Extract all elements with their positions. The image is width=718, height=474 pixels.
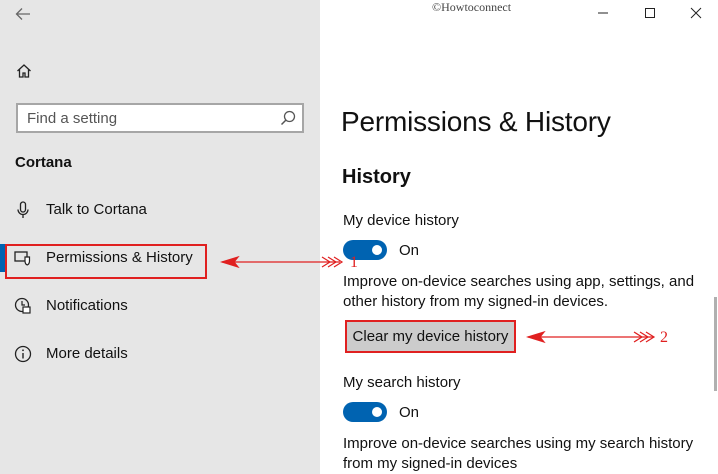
search-history-toggle-state: On: [399, 404, 420, 421]
minimize-icon: [598, 12, 608, 14]
notifications-icon: [14, 297, 32, 315]
home-button[interactable]: [10, 58, 38, 84]
close-button[interactable]: [687, 4, 705, 22]
back-button[interactable]: [10, 2, 36, 26]
description-line: other history from my signed-in devices.: [343, 293, 609, 310]
close-icon: [690, 7, 702, 19]
description-line: from my signed-in devices: [343, 455, 518, 472]
scrollbar-thumb[interactable]: [714, 297, 717, 391]
device-history-description: Improve on-device searches using app, se…: [343, 272, 713, 312]
search-history-label: My search history: [343, 374, 461, 391]
search-history-toggle[interactable]: [343, 402, 387, 422]
section-heading: History: [342, 166, 411, 188]
back-arrow-icon: [15, 8, 30, 20]
sidebar-item-label: Talk to Cortana: [46, 201, 147, 218]
search-history-description: Improve on-device searches using my sear…: [343, 434, 713, 474]
microphone-icon: [14, 201, 32, 219]
description-line: Improve on-device searches using my sear…: [343, 435, 694, 452]
sidebar-item-label: Notifications: [46, 297, 128, 314]
clear-device-history-button[interactable]: Clear my device history: [345, 320, 516, 353]
maximize-icon: [645, 8, 655, 18]
sidebar-item-talk-to-cortana[interactable]: Talk to Cortana: [0, 190, 320, 230]
annotation-marker-1: 1: [350, 254, 358, 271]
page-title: Permissions & History: [341, 106, 611, 137]
sidebar-item-label: More details: [46, 345, 128, 362]
toggle-knob: [372, 407, 382, 417]
sidebar: Cortana Talk to Cortana Permissions & Hi…: [0, 0, 320, 474]
annotation-marker-2: 2: [660, 329, 668, 346]
info-icon: [14, 345, 32, 363]
search-icon[interactable]: [279, 109, 297, 127]
home-icon: [17, 64, 31, 78]
watermark: ©Howtoconnect: [432, 0, 512, 14]
sidebar-item-notifications[interactable]: Notifications: [0, 286, 320, 326]
minimize-button[interactable]: [594, 4, 612, 22]
toggle-knob: [372, 245, 382, 255]
annotation-highlight-box-1: [5, 244, 207, 279]
search-box: [16, 103, 304, 133]
sidebar-item-more-details[interactable]: More details: [0, 334, 320, 374]
description-line: Improve on-device searches using app, se…: [343, 273, 695, 290]
maximize-button[interactable]: [641, 4, 659, 22]
search-input[interactable]: [18, 105, 273, 131]
device-history-toggle-state: On: [399, 242, 420, 259]
device-history-label: My device history: [343, 212, 459, 229]
section-title: Cortana: [15, 154, 72, 171]
